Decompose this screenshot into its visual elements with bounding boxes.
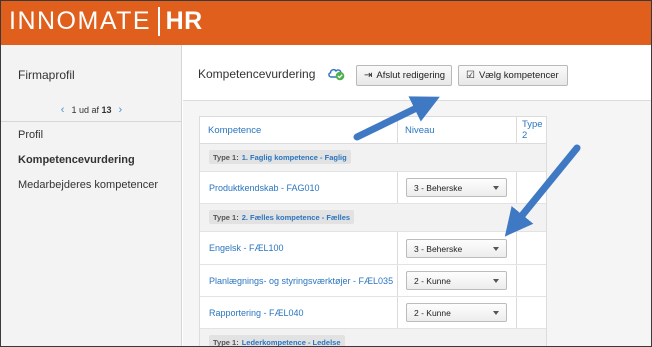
checkbox-icon: ☑ — [466, 70, 475, 81]
app-window: INNOMATE HR Firmaprofil ‹ 1 ud af 13 › Pro… — [0, 0, 652, 347]
competence-link[interactable]: Rapportering - FÆL040 — [209, 308, 304, 318]
level-value: 3 - Beherske — [414, 243, 463, 254]
select-competences-label: Vælg kompetencer — [478, 70, 559, 81]
type-name[interactable]: 1. Faglig kompetence - Faglig — [242, 153, 347, 162]
table-row: Planlægnings- og styringsværktøjer - FÆL… — [200, 265, 546, 297]
type-prefix: Type 1: — [213, 337, 239, 347]
caret-down-icon — [493, 311, 499, 315]
chevron-right-icon[interactable]: › — [119, 104, 123, 116]
pager-prefix: 1 ud af — [71, 105, 99, 115]
type-row: Type 1: 2. Fælles kompetence - Fælles — [200, 204, 546, 232]
sidebar-title: Firmaprofil — [18, 68, 75, 82]
type-tag: Type 1: 2. Fælles kompetence - Fælles — [209, 210, 355, 224]
caret-down-icon — [493, 279, 499, 283]
caret-down-icon — [493, 186, 499, 190]
competence-link[interactable]: Planlægnings- og styringsværktøjer - FÆL… — [209, 276, 393, 286]
exit-editing-button[interactable]: ⇥ Afslut redigering — [356, 65, 452, 86]
type-prefix: Type 1: — [213, 212, 239, 222]
sidebar-divider — [1, 121, 182, 122]
level-value: 2 - Kunne — [414, 307, 451, 318]
table-row: Rapportering - FÆL040 2 - Kunne — [200, 297, 546, 329]
level-select[interactable]: 2 - Kunne — [406, 271, 507, 290]
level-select[interactable]: 3 - Beherske — [406, 178, 507, 197]
cloud-check-icon — [328, 68, 345, 81]
exit-editing-label: Afslut redigering — [376, 70, 446, 81]
app-header: INNOMATE HR — [1, 1, 651, 45]
type-name[interactable]: Lederkompetence - Ledelse — [242, 338, 341, 347]
table-row: Produktkendskab - FAG010 3 - Beherske — [200, 172, 546, 204]
sidebar-item-kompetencevurdering[interactable]: Kompetencevurdering — [18, 154, 135, 166]
sidebar: Firmaprofil ‹ 1 ud af 13 › Profil Kompeten… — [1, 45, 182, 346]
level-select[interactable]: 2 - Kunne — [406, 303, 507, 322]
pager-total: 13 — [101, 105, 112, 115]
type-name[interactable]: 2. Fælles kompetence - Fælles — [242, 213, 350, 222]
header-competence[interactable]: Kompetence — [200, 117, 397, 144]
sidebar-item-medarbejderes-kompetencer[interactable]: Medarbejderes kompetencer — [18, 179, 158, 191]
type-tag: Type 1: Lederkompetence - Ledelse — [209, 335, 345, 347]
type-row: Type 1: 1. Faglig kompetence - Faglig — [200, 144, 546, 172]
type-tag: Type 1: 1. Faglig kompetence - Faglig — [209, 150, 351, 164]
caret-down-icon — [493, 247, 499, 251]
logo-suffix: HR — [165, 6, 203, 35]
level-select[interactable]: 3 - Beherske — [406, 239, 507, 258]
sign-out-icon: ⇥ — [364, 70, 373, 81]
competence-link[interactable]: Engelsk - FÆL100 — [209, 243, 284, 253]
sidebar-item-profil[interactable]: Profil — [18, 129, 43, 141]
logo[interactable]: INNOMATE HR — [9, 6, 203, 36]
select-competences-button[interactable]: ☑ Vælg kompetencer — [458, 65, 568, 86]
competence-table: Kompetence Niveau Type 2 Type 1: 1. Fagli… — [199, 116, 547, 347]
logo-name: INNOMATE — [9, 6, 152, 35]
sidebar-pager: ‹ 1 ud af 13 › — [1, 104, 182, 116]
page-title: Kompetencevurdering — [198, 67, 316, 81]
type-prefix: Type 1: — [213, 152, 239, 162]
header-type2[interactable]: Type 2 — [516, 117, 546, 144]
logo-separator — [158, 6, 160, 36]
type-row: Type 1: Lederkompetence - Ledelse — [200, 329, 546, 347]
level-value: 2 - Kunne — [414, 275, 451, 286]
header-level[interactable]: Niveau — [397, 117, 516, 144]
main-content: Kompetencevurdering ⇥ Afslut redigering ☑… — [183, 45, 651, 347]
chevron-left-icon[interactable]: ‹ — [61, 104, 65, 116]
level-value: 3 - Beherske — [414, 182, 463, 193]
toolbar: Kompetencevurdering ⇥ Afslut redigering ☑… — [183, 45, 651, 101]
table-row: Engelsk - FÆL100 3 - Beherske — [200, 232, 546, 265]
competence-link[interactable]: Produktkendskab - FAG010 — [209, 183, 320, 193]
